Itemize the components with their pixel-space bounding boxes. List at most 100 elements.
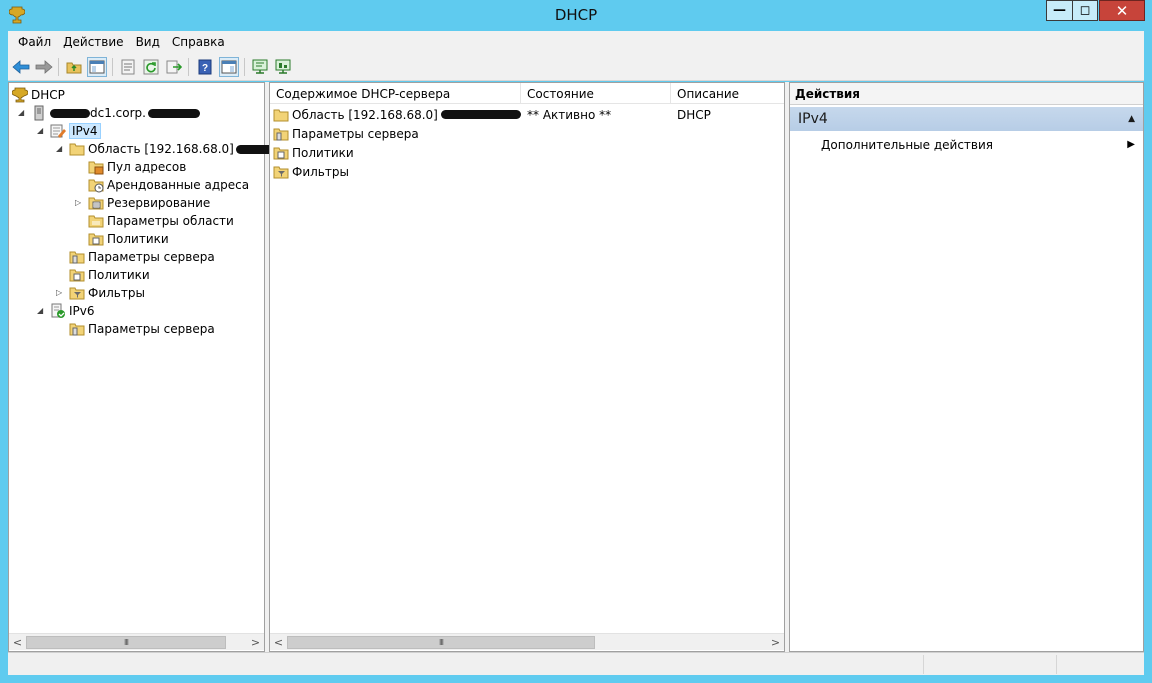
address-pool-icon: [88, 161, 104, 175]
refresh-icon[interactable]: [141, 57, 161, 77]
tree-item-dhcp[interactable]: DHCP: [12, 86, 65, 104]
policies-icon: [273, 147, 289, 159]
list-row-name: Политики: [292, 145, 354, 160]
list-horizontal-scrollbar[interactable]: < III >: [270, 633, 784, 650]
show-action-pane-icon[interactable]: [219, 57, 239, 77]
minimize-button[interactable]: —: [1046, 0, 1072, 21]
tree-item-server[interactable]: dc1.corp.: [31, 104, 200, 122]
menu-file[interactable]: Файл: [18, 35, 51, 49]
server-options-icon: [69, 323, 85, 336]
folder-icon: [273, 109, 289, 121]
console-tree[interactable]: DHCP ◢ dc1.corp. ◢ IPv4 ◢ Область [192.1…: [8, 82, 280, 652]
menu-view[interactable]: Вид: [136, 35, 160, 49]
expand-arrow-icon[interactable]: ▷: [56, 288, 65, 297]
list-row-server-options[interactable]: Параметры сервера: [270, 124, 784, 143]
tree-label-ipv6: IPv6: [69, 304, 95, 318]
server-statistics-icon[interactable]: [273, 57, 293, 77]
result-list[interactable]: Содержимое DHCP-сервера Состояние Описан…: [269, 82, 785, 652]
list-row-name: Область [192.168.68.0]: [292, 107, 438, 122]
tree-label-filters: Фильтры: [88, 286, 145, 300]
toolbar-separator: [58, 58, 59, 76]
folder-icon: [69, 143, 85, 156]
tree-item-policies[interactable]: Политики: [69, 266, 150, 284]
tree-item-reservations[interactable]: Резервирование: [88, 194, 210, 212]
tree-item-ipv6-server-options[interactable]: Параметры сервера: [69, 320, 215, 338]
collapse-triangle-icon[interactable]: ▲: [1128, 114, 1135, 124]
tree-item-leases[interactable]: Арендованные адреса: [88, 176, 249, 194]
collapse-arrow-icon[interactable]: ◢: [56, 144, 65, 153]
maximize-button[interactable]: ◻: [1072, 0, 1098, 21]
actions-pane: Действия IPv4 ▲ Дополнительные действия …: [789, 82, 1144, 652]
server-display-icon[interactable]: [250, 57, 270, 77]
title-bar[interactable]: DHCP — ◻ ✕: [0, 0, 1152, 31]
help-icon[interactable]: ?: [195, 57, 215, 77]
tree-item-ipv6[interactable]: IPv6: [50, 302, 95, 320]
list-header: Содержимое DHCP-сервера Состояние Описан…: [270, 83, 784, 104]
redacted-text: [440, 110, 521, 119]
up-folder-icon[interactable]: [64, 57, 84, 77]
column-header-state[interactable]: Состояние: [521, 83, 671, 104]
leases-icon: [88, 179, 104, 193]
column-header-description[interactable]: Описание: [671, 83, 784, 104]
list-cell-name: Параметры сервера: [273, 124, 419, 143]
export-list-icon[interactable]: [164, 57, 184, 77]
list-cell-name: Политики: [273, 143, 354, 162]
menu-help[interactable]: Справка: [172, 35, 225, 49]
tree-item-scope-options[interactable]: Параметры области: [88, 212, 234, 230]
menu-action[interactable]: Действие: [63, 35, 123, 49]
tree-label-ipv4: IPv4: [69, 123, 101, 139]
collapse-arrow-icon[interactable]: ◢: [18, 108, 27, 117]
more-actions-item[interactable]: Дополнительные действия ▶: [790, 135, 1143, 155]
scope-options-icon: [88, 215, 104, 228]
dhcp-icon: [12, 87, 28, 103]
tree-label-policies: Политики: [88, 268, 150, 282]
tree-horizontal-scrollbar[interactable]: < III >: [9, 633, 264, 650]
scroll-left-arrow-icon[interactable]: <: [270, 634, 287, 651]
tree-item-scope[interactable]: Область [192.168.68.0]: [69, 140, 280, 158]
actions-section-title: IPv4: [798, 111, 828, 127]
close-button[interactable]: ✕: [1099, 0, 1145, 21]
server-options-icon: [273, 128, 289, 140]
svg-text:?: ?: [202, 63, 208, 74]
tree-item-scope-policies[interactable]: Политики: [88, 230, 169, 248]
collapse-arrow-icon[interactable]: ◢: [37, 306, 46, 315]
properties-icon[interactable]: [118, 57, 138, 77]
list-row-policies[interactable]: Политики: [270, 143, 784, 162]
ipv4-icon: [50, 124, 66, 138]
tree-item-filters[interactable]: Фильтры: [69, 284, 145, 302]
column-header-content[interactable]: Содержимое DHCP-сервера: [270, 83, 521, 104]
show-hide-tree-icon[interactable]: [87, 57, 107, 77]
collapse-arrow-icon[interactable]: ◢: [37, 126, 46, 135]
actions-section-ipv4[interactable]: IPv4 ▲: [790, 107, 1143, 131]
scroll-right-arrow-icon[interactable]: >: [247, 634, 264, 651]
filters-icon: [69, 287, 85, 300]
tree-label-scope: Область [192.168.68.0]: [88, 142, 234, 156]
forward-arrow-icon[interactable]: [34, 57, 54, 77]
list-row-filters[interactable]: Фильтры: [270, 162, 784, 181]
policies-icon: [69, 269, 85, 282]
list-row-scope[interactable]: Область [192.168.68.0] ** Активно ** DHC…: [270, 105, 784, 124]
list-row-description: DHCP: [677, 107, 711, 122]
dhcp-window: DHCP — ◻ ✕ Файл Действие Вид Справка ? D…: [0, 0, 1152, 683]
status-bar: [8, 652, 1144, 675]
back-arrow-icon[interactable]: [11, 57, 31, 77]
list-cell-name: Фильтры: [273, 162, 349, 181]
list-cell-name: Область [192.168.68.0]: [273, 105, 521, 124]
tree-label-server-options: Параметры сервера: [88, 250, 215, 264]
redacted-text: [50, 108, 90, 118]
reservations-icon: [88, 197, 104, 210]
filters-icon: [273, 166, 289, 178]
tree-item-server-options[interactable]: Параметры сервера: [69, 248, 215, 266]
tree-label-server: dc1.corp.: [90, 106, 146, 120]
menu-bar: Файл Действие Вид Справка: [8, 31, 1144, 53]
scroll-thumb[interactable]: III: [287, 636, 595, 649]
scroll-right-arrow-icon[interactable]: >: [767, 634, 784, 651]
tree-label-address-pool: Пул адресов: [107, 160, 187, 174]
scroll-left-arrow-icon[interactable]: <: [9, 634, 26, 651]
policies-icon: [88, 233, 104, 246]
tree-item-address-pool[interactable]: Пул адресов: [88, 158, 186, 176]
tree-label-scope-policies: Политики: [107, 232, 169, 246]
tree-item-ipv4[interactable]: IPv4: [50, 122, 101, 140]
scroll-thumb[interactable]: III: [26, 636, 226, 649]
expand-arrow-icon[interactable]: ▷: [75, 198, 84, 207]
